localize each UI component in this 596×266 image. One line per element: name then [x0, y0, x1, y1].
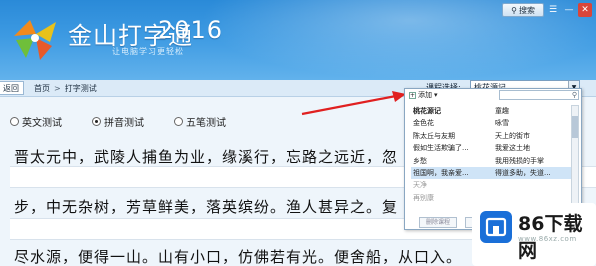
course-item[interactable]: 天上的街市: [493, 130, 573, 142]
mode-label: 五笔测试: [186, 118, 226, 129]
watermark-logo-icon: [480, 211, 512, 243]
course-item[interactable]: 童趣: [493, 105, 573, 117]
course-item[interactable]: 我用残损的手掌: [493, 155, 573, 167]
search-label: 搜索: [519, 5, 535, 15]
mode-wubi-radio[interactable]: 五笔测试: [174, 114, 226, 129]
close-icon[interactable]: ✕: [578, 3, 592, 17]
menu-icon[interactable]: ☰: [546, 3, 560, 17]
mode-english-radio[interactable]: 英文测试: [10, 114, 62, 129]
app-version: 2016: [158, 16, 224, 44]
search-button[interactable]: ⚲ 搜索: [502, 3, 544, 17]
course-list-left: 桃花源记 金色花 陈太丘与友期 假如生活欺骗了... 乡愁 祖国啊，我亲爱...…: [411, 105, 493, 204]
mode-label: 英文测试: [22, 118, 62, 129]
course-item[interactable]: 金色花: [411, 117, 493, 129]
radio-icon: [174, 117, 183, 126]
reference-text-line: 尽水源，便得一山。山有小口，仿佛若有光。便舍船，从口入。: [14, 248, 463, 266]
download-box-icon: [485, 217, 507, 237]
course-item[interactable]: 我爱这土地: [493, 142, 573, 154]
course-item[interactable]: 天净: [411, 179, 493, 191]
plus-icon: +: [409, 91, 416, 99]
mode-pinyin-radio[interactable]: 拼音测试: [92, 114, 144, 129]
search-icon: ⚲: [511, 5, 517, 15]
radio-selected-icon: [92, 117, 101, 126]
breadcrumb-separator-icon: >: [54, 83, 61, 93]
dropdown-search-input[interactable]: ⚲: [499, 90, 579, 100]
breadcrumb-home[interactable]: 首页: [34, 83, 50, 94]
back-button[interactable]: 返回: [0, 81, 24, 95]
course-item[interactable]: 桃花源记: [411, 105, 493, 117]
test-mode-group: 英文测试 拼音测试 五笔测试: [10, 114, 226, 129]
app-header: 金山打字通 2016 让电脑学习更轻松 ⚲ 搜索 ☰ — ✕: [0, 0, 596, 80]
course-item[interactable]: 陈太丘与友期: [411, 130, 493, 142]
window-controls: ⚲ 搜索 ☰ — ✕: [502, 2, 592, 18]
course-item-hovered[interactable]: 祖国啊，我亲爱...: [411, 166, 493, 180]
scrollbar-thumb[interactable]: [572, 116, 578, 138]
search-icon: ⚲: [571, 91, 577, 99]
course-item[interactable]: 假如生活欺骗了...: [411, 142, 493, 154]
breadcrumb-current: 打字测试: [64, 83, 97, 93]
add-course-button[interactable]: + 添加 ▾: [409, 90, 438, 100]
mode-label: 拼音测试: [104, 118, 144, 129]
course-list-right: 童趣 咏雪 天上的街市 我爱这土地 我用残损的手掌 得道多助，失道...: [493, 105, 573, 180]
add-course-label: 添加: [418, 91, 432, 99]
course-item[interactable]: 乡愁: [411, 155, 493, 167]
annotation-arrow-icon: [301, 91, 406, 116]
course-item[interactable]: 得道多助，失道...: [493, 166, 573, 180]
course-item[interactable]: 咏雪: [493, 117, 573, 129]
dropdown-scrollbar[interactable]: [571, 105, 579, 205]
reference-text-line: 步，中无杂树，芳草鲜美，落英缤纷。渔人甚异之。复: [14, 198, 399, 216]
radio-icon: [10, 117, 19, 126]
chevron-down-icon: ▾: [434, 91, 438, 99]
app-subtitle: 让电脑学习更轻松: [112, 47, 184, 56]
minimize-icon[interactable]: —: [562, 3, 576, 17]
app-logo-icon: [14, 20, 56, 60]
delete-course-button[interactable]: 删除课程: [419, 217, 458, 228]
watermark-url: www.86xz.com: [518, 235, 577, 243]
reference-text-line: 晋太元中，武陵人捕鱼为业，缘溪行，忘路之远近，忽: [14, 148, 399, 166]
watermark: 86下载网 www.86xz.com: [472, 203, 596, 266]
dropdown-header: + 添加 ▾ ⚲: [405, 89, 581, 101]
